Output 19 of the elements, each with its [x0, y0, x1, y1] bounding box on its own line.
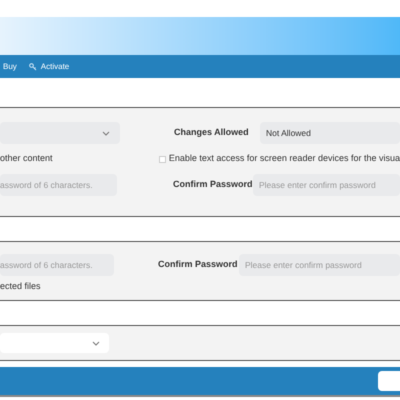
password-field[interactable]: assword of 6 characters.	[0, 174, 117, 196]
checkbox-label: Enable text access for screen reader devices for the visua	[168, 152, 400, 166]
chevron-icon	[102, 130, 110, 136]
option-label: other content	[0, 152, 54, 166]
confirm-password-field[interactable]: Please enter confirm password	[253, 174, 400, 196]
dropdown[interactable]	[0, 122, 120, 144]
field-label: Confirm Password	[173, 178, 253, 192]
checkbox[interactable]	[158, 156, 166, 162]
password-field[interactable]: assword of 6 characters.	[0, 254, 114, 276]
menu-item[interactable]: Activate	[28, 60, 70, 72]
option-label: ected files	[0, 280, 42, 293]
confirm-password-field[interactable]: Please enter confirm password	[239, 254, 400, 276]
field-label: Confirm Password	[158, 258, 239, 272]
chevron-icon	[92, 340, 100, 346]
menu-item[interactable]: Buy	[3, 60, 17, 72]
footer-button[interactable]	[378, 371, 400, 391]
field-label: Changes Allowed	[174, 126, 250, 140]
dropdown[interactable]	[0, 333, 109, 353]
changes-field[interactable]: Not Allowed	[260, 122, 400, 144]
